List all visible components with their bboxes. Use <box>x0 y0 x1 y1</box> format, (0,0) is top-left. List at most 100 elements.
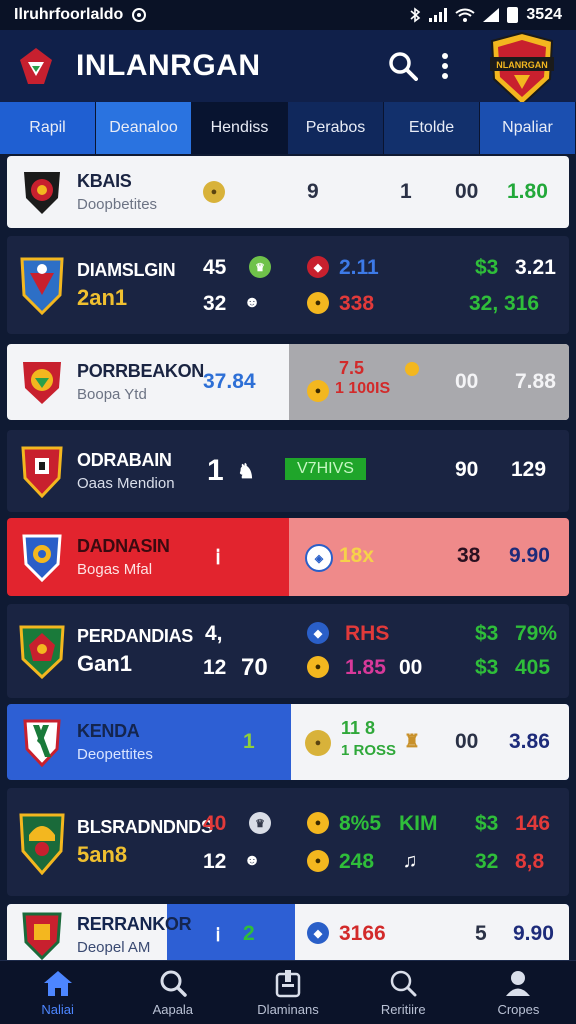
row-value-b2: KIM <box>399 812 438 835</box>
status-carrier: Ilruhrfoorlaldo <box>14 6 124 23</box>
battery-icon <box>507 7 519 23</box>
info-icon: ⅰ <box>215 546 221 569</box>
match-row[interactable]: BLSRADNDNDS 5an8 40 12 ♛ ☻ ● ● 8%5 KIM 2… <box>7 788 569 896</box>
tab-3[interactable]: Perabos <box>288 102 384 154</box>
more-options-button[interactable] <box>424 45 466 87</box>
row-value-1: 45 <box>203 256 227 279</box>
row-value-4: 3.86 <box>509 730 550 753</box>
match-row[interactable]: RERRANKOR Deopel AM ⅰ 2 ◆ 3166 5 9.90 <box>7 904 569 960</box>
row-value-1: 9 <box>307 180 319 203</box>
tab-4[interactable]: Etolde <box>384 102 480 154</box>
team-badge-icon <box>17 625 67 679</box>
row-value-b3: 248 <box>339 850 375 873</box>
search-icon <box>389 52 418 81</box>
status-time: 3524 <box>526 6 562 23</box>
team-subtitle: 5an8 <box>77 841 128 867</box>
app-logo-icon <box>16 46 56 86</box>
row-value-a2: 12 <box>203 850 227 873</box>
user-icon <box>503 968 533 998</box>
category-tabs: Rapil Deanaloo Hendiss Perabos Etolde Np… <box>0 102 576 154</box>
tab-5[interactable]: Npaliar <box>480 102 576 154</box>
match-row[interactable]: PERDANDIAS Gan1 4, 12 70 ◆ ● RHS 1.85 00… <box>7 604 569 698</box>
row-mid-1: 7.5 <box>339 358 365 378</box>
team-badge-icon <box>17 167 67 217</box>
coin-icon: ● <box>307 850 329 872</box>
row-value-5: $3 <box>475 256 499 279</box>
row-value-3: 00 <box>455 730 479 753</box>
row-value-6: 3.21 <box>515 256 556 279</box>
row-value-1: 2 <box>243 922 255 945</box>
row-value-b3: 00 <box>399 656 423 679</box>
signal-bars-icon <box>429 8 448 22</box>
team-name: KBAIS <box>77 171 132 191</box>
row-value-3: 00 <box>455 180 479 203</box>
team-badge-icon <box>17 357 67 407</box>
wifi-icon <box>455 8 476 22</box>
nav-profile[interactable]: Cropes <box>461 961 576 1024</box>
row-value-a1: 4, <box>205 622 223 645</box>
match-row[interactable]: DADNASIN Bogas Mfal ⅰ ◈ 18x 38 9.90 <box>7 518 569 596</box>
row-value-3: 5 <box>475 922 487 945</box>
status-pill: V7HIVS <box>285 458 366 480</box>
nav-label: Naliai <box>41 1002 74 1017</box>
team-mini-badge-icon: ◈ <box>305 544 333 572</box>
tab-0[interactable]: Rapil <box>0 102 96 154</box>
row-value-c1: $3 <box>475 622 499 645</box>
match-row[interactable]: KBAIS Doopbetites ● 9 1 00 1.80 <box>7 156 569 228</box>
nav-label: Cropes <box>497 1002 540 1017</box>
row-value-4: 129 <box>511 458 547 481</box>
coin-icon: ● <box>307 812 329 834</box>
row-value-c4: 405 <box>515 656 551 679</box>
trophy-icon: ♜ <box>403 730 421 751</box>
row-value-b2: 1.85 <box>345 656 386 679</box>
nav-search[interactable]: Aapala <box>115 961 230 1024</box>
nav-label: Reritiire <box>380 1002 426 1017</box>
tab-2[interactable]: Hendiss <box>192 102 288 154</box>
trophy-icon: ♛ <box>249 256 271 278</box>
team-name: PERDANDIAS <box>77 625 194 646</box>
search-button[interactable] <box>382 45 424 87</box>
row-value-c3: $3 <box>475 656 499 679</box>
people-icon: ☻ <box>243 852 261 869</box>
row-value-4: 338 <box>339 292 375 315</box>
row-score: 1 <box>207 454 224 487</box>
team-name: KENDA <box>77 721 140 741</box>
club-crest-icon[interactable]: NLANRGAN <box>484 31 560 107</box>
nav-leagues[interactable]: Dlaminans <box>230 961 345 1024</box>
app-bar: INLANRGAN NLANRGAN <box>0 30 576 107</box>
tab-1[interactable]: Deanaloo <box>96 102 192 154</box>
nav-home[interactable]: Naliai <box>0 961 115 1024</box>
team-name: RERRANKOR <box>77 914 192 934</box>
match-row[interactable]: KENDA Deopettites 1 ● 11 8 1 ROSS ♜ 00 3… <box>7 704 569 780</box>
row-value-a2: 12 <box>203 656 227 679</box>
match-row[interactable]: DIAMSLGIN 2an1 45 32 ♛ ☻ ◆ ● 2.11 338 $3… <box>7 236 569 334</box>
team-subtitle: Doopbetites <box>77 196 158 213</box>
more-vertical-icon <box>442 53 448 79</box>
row-value-2: 32 <box>203 292 227 315</box>
team-subtitle: Gan1 <box>77 650 133 676</box>
team-mini-badge-icon: ◆ <box>307 256 329 278</box>
row-value-b1: RHS <box>345 622 390 645</box>
music-note-icon: ♫ <box>402 849 418 872</box>
nav-results[interactable]: Reritiire <box>346 961 461 1024</box>
coin-icon: ● <box>203 181 225 203</box>
home-icon <box>43 968 73 998</box>
search-icon <box>158 968 188 998</box>
row-value-b1: 8%5 <box>339 812 382 835</box>
row-value-c3: 32 <box>475 850 499 873</box>
match-row[interactable]: ODRABAIN Oaas Mendion 1 ♞ V7HIVS 90 129 <box>7 430 569 512</box>
bottom-nav: Naliai Aapala Dlaminans Reritiire Cropes <box>0 960 576 1024</box>
sync-icon <box>132 8 147 22</box>
team-name: DADNASIN <box>77 536 170 556</box>
row-value-3: 00 <box>455 370 479 393</box>
team-name: PORRBEAKON <box>77 361 205 381</box>
team-badge-icon <box>17 717 67 767</box>
row-value-2: 1 <box>400 180 412 203</box>
app-title: INLANRGAN <box>76 49 261 82</box>
team-subtitle: Oaas Mendion <box>77 475 175 492</box>
row-mid-2: 1 100IS <box>335 380 391 397</box>
row-value-4: 1.80 <box>507 180 548 203</box>
coin-icon: ● <box>307 656 329 678</box>
row-value-3: 90 <box>455 458 479 481</box>
match-row[interactable]: PORRBEAKON Boopa Ytd 37.84 ● 7.5 1 100IS… <box>7 344 569 420</box>
